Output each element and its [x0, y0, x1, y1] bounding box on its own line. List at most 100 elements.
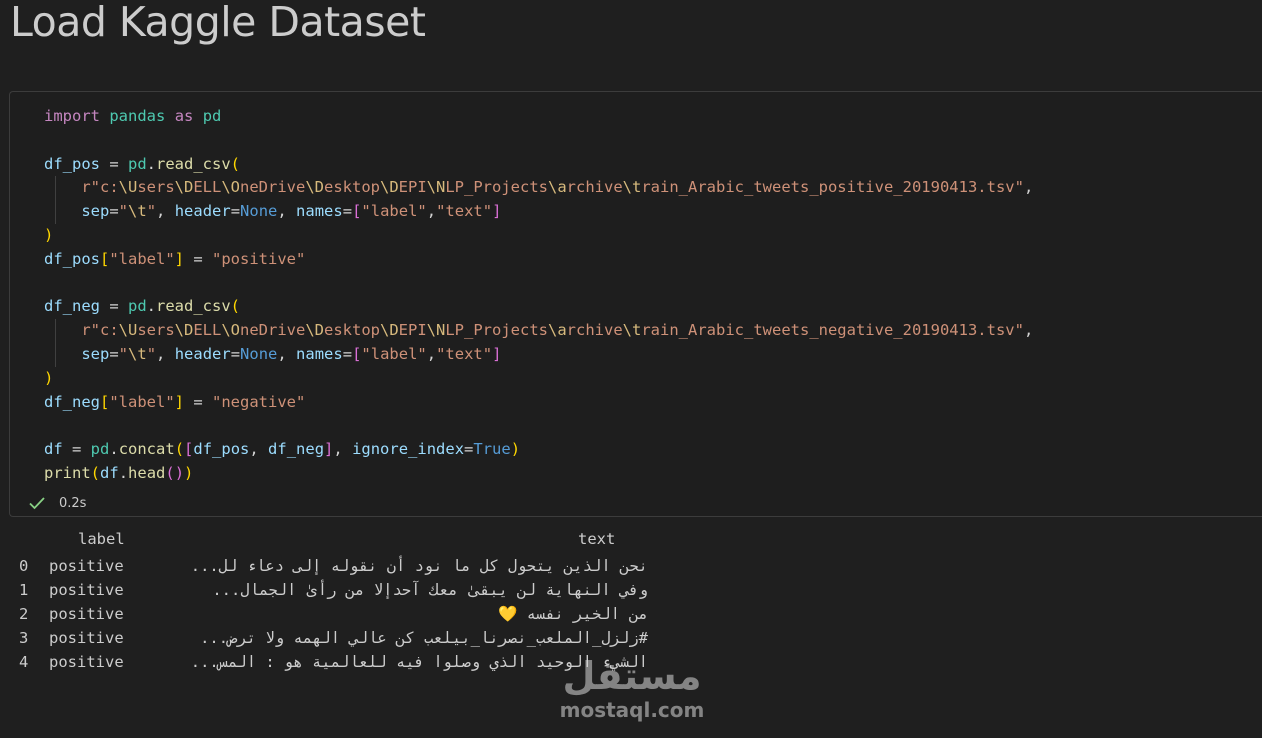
- code-token: pd: [90, 440, 110, 459]
- code-token: =: [464, 440, 474, 459]
- code-token: df_neg: [44, 392, 100, 411]
- code-line[interactable]: [44, 272, 1033, 296]
- code-token: neDrive: [240, 321, 306, 340]
- code-token: (: [174, 440, 185, 459]
- code-token: esktop: [324, 178, 380, 197]
- code-token: r"c:: [81, 178, 119, 197]
- code-token: head: [128, 463, 166, 482]
- code-token: (: [165, 463, 175, 482]
- code-line[interactable]: df_neg = pd.read_csv(: [44, 295, 1033, 319]
- code-token: \U: [118, 178, 138, 197]
- code-token: \a: [548, 178, 567, 197]
- code-token: None: [240, 344, 278, 363]
- code-token: \O: [221, 178, 240, 197]
- code-line[interactable]: df_neg["label"] = "negative": [44, 391, 1033, 415]
- code-token: read_csv: [156, 297, 231, 316]
- code-token: ,: [249, 440, 269, 459]
- check-icon: [28, 496, 46, 510]
- code-editor[interactable]: import pandas as pd df_pos = pd.read_csv…: [44, 105, 1033, 486]
- watermark-latin: mostaql.com: [559, 698, 705, 722]
- row-label: positive: [49, 629, 124, 647]
- code-token: LP_Projects: [445, 321, 548, 340]
- code-token: "label": [109, 249, 175, 268]
- output-row: 2 positive من الخير نفسه 💛: [0, 602, 700, 626]
- column-header-text: text: [578, 530, 616, 548]
- code-token: \U: [118, 321, 138, 340]
- row-label: positive: [49, 557, 124, 575]
- code-token: ]: [324, 440, 334, 459]
- execution-time: 0.2s: [59, 495, 87, 511]
- code-token: \t: [128, 202, 147, 221]
- code-line[interactable]: r"c:\Users\DELL\OneDrive\Desktop\DEPI\NL…: [44, 319, 1033, 343]
- row-index: 1: [19, 581, 29, 599]
- code-token: "label": [109, 392, 175, 411]
- code-token: =: [184, 249, 213, 268]
- code-line[interactable]: ): [44, 224, 1033, 248]
- code-line[interactable]: [44, 414, 1033, 438]
- code-line[interactable]: df_pos = pd.read_csv(: [44, 153, 1033, 177]
- mostaql-watermark: مستقل mostaql.com: [554, 654, 710, 724]
- code-token: =: [109, 202, 119, 221]
- code-token: =: [62, 440, 91, 459]
- code-token: df: [100, 463, 119, 482]
- code-token: \D: [174, 178, 194, 197]
- row-index: 2: [19, 605, 29, 623]
- code-line[interactable]: r"c:\Users\DELL\OneDrive\Desktop\DEPI\NL…: [44, 176, 1033, 200]
- code-token: "positive": [212, 249, 306, 268]
- code-token: \D: [305, 178, 324, 197]
- code-token: print: [44, 463, 91, 482]
- code-line[interactable]: [44, 129, 1033, 153]
- code-token: None: [240, 202, 278, 221]
- code-line[interactable]: sep="\t", header=None, names=["label","t…: [44, 200, 1033, 224]
- code-token: \D: [380, 178, 399, 197]
- code-token: True: [473, 440, 511, 459]
- code-token: ,: [1023, 321, 1034, 340]
- code-line[interactable]: import pandas as pd: [44, 105, 1033, 129]
- code-token: as: [174, 107, 194, 125]
- code-line[interactable]: print(df.head()): [44, 462, 1033, 486]
- code-token: import: [44, 107, 100, 125]
- code-token: header: [174, 202, 231, 221]
- code-token: ELL: [193, 321, 222, 340]
- row-index: 0: [19, 557, 29, 575]
- code-token: =: [230, 344, 241, 363]
- code-token: ,: [156, 344, 175, 363]
- code-token: sep: [81, 344, 110, 363]
- code-token: .: [109, 440, 119, 459]
- code-token: (: [230, 154, 241, 173]
- code-token: ELL: [193, 178, 222, 197]
- code-line[interactable]: df = pd.concat([df_pos, df_neg], ignore_…: [44, 438, 1033, 462]
- code-token: .: [146, 297, 157, 316]
- code-line[interactable]: ): [44, 367, 1033, 391]
- code-token: "label": [361, 202, 427, 221]
- code-token: r"c:: [81, 321, 119, 340]
- code-token: (: [230, 297, 241, 316]
- code-token: ): [184, 463, 194, 482]
- code-token: ": [118, 344, 129, 363]
- code-token: pd: [128, 154, 147, 173]
- code-token: EPI: [398, 321, 427, 340]
- code-token: ignore_index: [352, 440, 465, 459]
- code-token: ): [174, 463, 185, 482]
- code-token: df: [44, 440, 63, 459]
- code-token: =: [109, 344, 119, 363]
- code-token: ): [510, 440, 521, 459]
- row-label: positive: [49, 605, 124, 623]
- code-token: \D: [305, 321, 324, 340]
- code-token: pd: [202, 107, 222, 125]
- code-token: ]: [492, 202, 502, 221]
- code-token: ]: [174, 392, 185, 411]
- output-row: 0 positive نحن الذين يتحول كل ما نود أن نق…: [0, 554, 700, 578]
- code-token: [: [100, 249, 110, 268]
- code-line[interactable]: df_pos["label"] = "positive": [44, 248, 1033, 272]
- row-text: وفي النهاية لن يبقىٰ معك آحدإلا من رأىٰ …: [212, 581, 648, 599]
- code-token: ": [146, 344, 157, 363]
- code-token: ": [118, 202, 129, 221]
- column-header-label: label: [78, 530, 125, 548]
- code-token: \N: [426, 321, 446, 340]
- code-line[interactable]: sep="\t", header=None, names=["label","t…: [44, 343, 1033, 367]
- code-token: sers: [137, 321, 175, 340]
- code-token: ,: [156, 202, 175, 221]
